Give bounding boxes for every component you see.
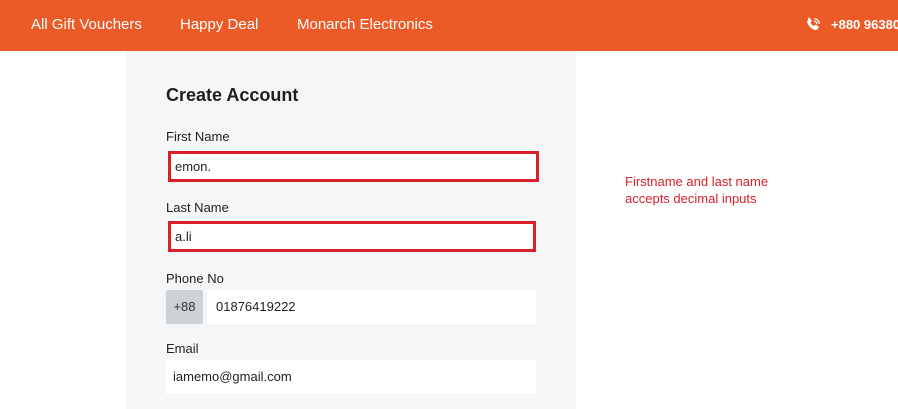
first-name-field[interactable]: emon. [168,151,539,182]
nav-link-gift-vouchers[interactable]: All Gift Vouchers [31,16,142,34]
bug-annotation-note: Firstname and last name accepts decimal … [625,174,769,206]
nav-link-happy-deal[interactable]: Happy Deal [180,16,258,34]
page-title: Create Account [166,85,299,105]
last-name-field[interactable]: a.li [168,221,536,252]
email-label: Email [166,341,199,356]
phone-call-icon [807,17,820,31]
phone-field[interactable]: 01876419222 [207,290,536,324]
phone-number: +880 963807 [831,17,898,32]
phone-label: Phone No [166,271,224,286]
country-code-prefix: +88 [166,290,203,324]
nav-link-monarch-electronics[interactable]: Monarch Electronics [297,16,433,34]
first-name-label: First Name [166,129,230,144]
top-navigation-bar: All Gift Vouchers Happy Deal Monarch Ele… [0,0,898,51]
last-name-label: Last Name [166,200,229,215]
email-field[interactable]: iamemo@gmail.com [166,360,536,394]
